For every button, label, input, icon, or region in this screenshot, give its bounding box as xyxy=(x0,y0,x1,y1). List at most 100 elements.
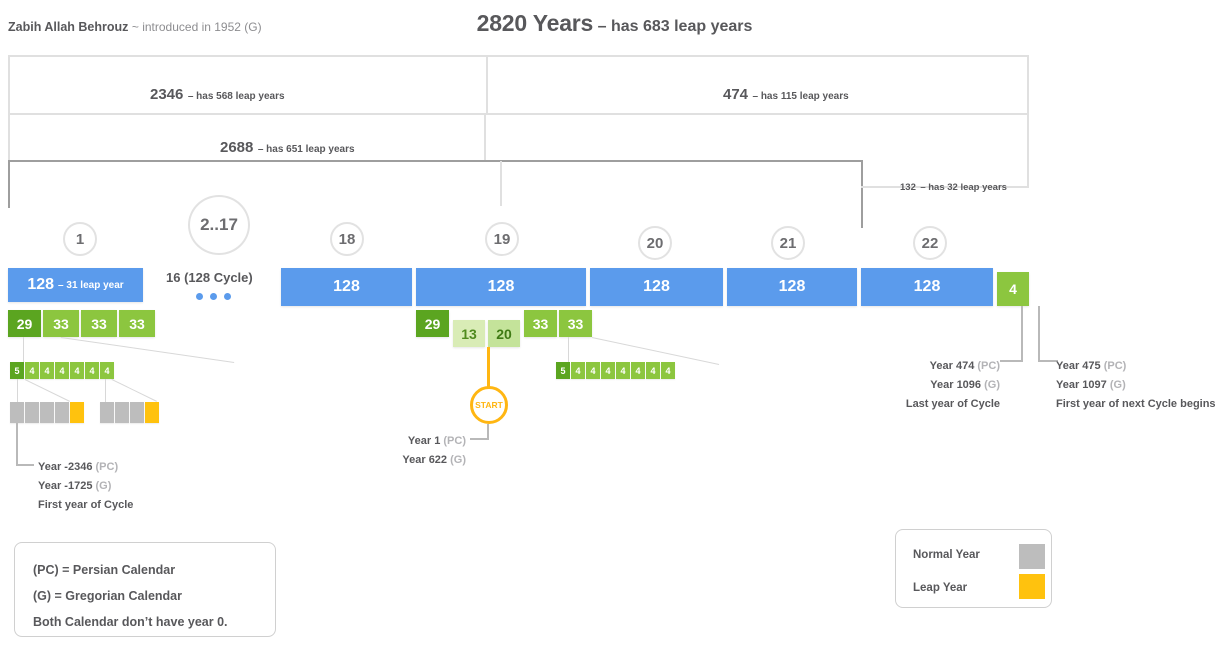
leap-year-cell[interactable] xyxy=(145,402,159,423)
subcycle-mid-33-a-value: 33 xyxy=(532,315,549,332)
start-marker-label: START xyxy=(475,400,503,410)
bracket-label-132: 132 – has 32 leap years xyxy=(900,182,1007,193)
normal-year-cell[interactable] xyxy=(25,402,39,423)
subcycle-left-33-b[interactable]: 33 xyxy=(81,310,117,337)
connector-left-diagonal-b xyxy=(24,379,70,402)
bracket-row1-bottom xyxy=(8,113,1029,115)
normal-year-cell[interactable] xyxy=(130,402,144,423)
cycle-block-1[interactable]: 128 – 31 leap year xyxy=(8,268,143,302)
leap-year-cell[interactable] xyxy=(70,402,84,423)
normal-year-cell[interactable] xyxy=(55,402,69,423)
start-marker[interactable]: START xyxy=(470,386,508,424)
annotation-first-year-line2: Year -1725 (G) xyxy=(38,480,112,492)
subcycle-mid-29[interactable]: 29 xyxy=(416,310,449,337)
week-cell[interactable]: 4 xyxy=(100,362,114,379)
cycle-block-1-value: 128 xyxy=(27,276,55,293)
cycle-circle-2-17[interactable]: 2..17 xyxy=(188,195,250,255)
year-cells-group-b xyxy=(100,402,160,423)
week-strip-right: 5 4 4 4 4 4 4 4 xyxy=(556,362,676,379)
cycle-block-19-value: 128 xyxy=(487,278,515,295)
dot-2 xyxy=(210,293,217,300)
connector-left-diagonal-a xyxy=(60,337,235,363)
cycle-span-left-edge xyxy=(8,160,10,208)
week-cell[interactable]: 4 xyxy=(631,362,645,379)
title-leapnote: – has 683 leap years xyxy=(597,18,753,35)
week-cell[interactable]: 5 xyxy=(556,362,570,379)
cycle-circle-20[interactable]: 20 xyxy=(638,226,672,260)
cycle-circle-18[interactable]: 18 xyxy=(330,222,364,256)
subcycle-left-29-value: 29 xyxy=(16,315,33,332)
bracket-row2-far-right-edge xyxy=(1027,113,1029,188)
subcycle-mid-20[interactable]: 20 xyxy=(488,320,520,347)
week-cell[interactable]: 4 xyxy=(55,362,69,379)
week-cell[interactable]: 4 xyxy=(616,362,630,379)
annotation-start-line1: Year 1 (PC) xyxy=(407,435,466,447)
connector-left-vertical-a xyxy=(23,337,24,362)
bracket-label-2346: 2346 – has 568 leap years xyxy=(150,86,285,103)
subcycle-mid-33-b[interactable]: 33 xyxy=(559,310,592,337)
subcycle-mid-13-value: 13 xyxy=(461,325,477,342)
week-cell[interactable]: 4 xyxy=(85,362,99,379)
cycle-block-21[interactable]: 128 xyxy=(727,268,857,306)
cycle-block-19[interactable]: 128 xyxy=(416,268,586,306)
week-cell[interactable]: 4 xyxy=(586,362,600,379)
subcycle-left-33-c-value: 33 xyxy=(129,315,145,332)
cycle-circle-19-label: 19 xyxy=(493,230,511,248)
annotation-next-cycle-line2: Year 1097 (G) xyxy=(1056,379,1126,391)
dot-1 xyxy=(196,293,203,300)
split-drop-line xyxy=(500,161,502,206)
normal-year-cell[interactable] xyxy=(40,402,54,423)
first-year-leader-horizontal xyxy=(16,464,34,466)
normal-year-cell[interactable] xyxy=(100,402,114,423)
week-cell[interactable]: 4 xyxy=(40,362,54,379)
cycle-circle-19[interactable]: 19 xyxy=(485,222,519,256)
legend-leap-year-label: Leap Year xyxy=(913,582,968,594)
connector-left-vertical-c xyxy=(105,379,106,403)
annotation-next-cycle-line3: First year of next Cycle begins xyxy=(1056,398,1216,410)
color-legend-box: Normal Year Leap Year xyxy=(895,529,1052,608)
week-strip-left: 5 4 4 4 4 4 4 xyxy=(10,362,115,379)
cycle-circle-22[interactable]: 22 xyxy=(913,226,947,260)
legend-leap-year-swatch xyxy=(1019,574,1045,599)
cycle-block-20[interactable]: 128 xyxy=(590,268,723,306)
start-connector-line xyxy=(487,347,490,387)
subcycle-left-29[interactable]: 29 xyxy=(8,310,41,337)
week-cell[interactable]: 4 xyxy=(646,362,660,379)
bracket-row2-right-edge xyxy=(484,113,486,161)
cycle-block-18[interactable]: 128 xyxy=(281,268,412,306)
subcycle-mid-13[interactable]: 13 xyxy=(453,320,485,347)
connector-left-vertical-b xyxy=(17,379,18,403)
annotation-first-year-line1: Year -2346 (PC) xyxy=(38,461,119,473)
cycle-circle-2-17-label: 2..17 xyxy=(200,215,238,234)
normal-year-cell[interactable] xyxy=(10,402,24,423)
week-cell[interactable]: 4 xyxy=(70,362,84,379)
cycle-block-20-value: 128 xyxy=(643,278,670,295)
week-cell[interactable]: 5 xyxy=(10,362,24,379)
subcycle-left-33-a[interactable]: 33 xyxy=(43,310,79,337)
cycle-block-22[interactable]: 128 xyxy=(861,268,993,306)
cycle-circle-1-label: 1 xyxy=(75,230,85,248)
cycle-circle-1[interactable]: 1 xyxy=(63,222,97,256)
remainder-block-4[interactable]: 4 xyxy=(997,272,1029,306)
last-year-leader-horizontal xyxy=(1000,360,1023,362)
legend-normal-year-swatch xyxy=(1019,544,1045,569)
year-cells-group-a xyxy=(10,402,85,423)
annotation-start-line2: Year 622 (G) xyxy=(402,454,466,466)
cycle-circle-21[interactable]: 21 xyxy=(771,226,805,260)
page-title: 2820 Years – has 683 leap years xyxy=(0,10,1229,37)
week-cell[interactable]: 4 xyxy=(25,362,39,379)
week-cell[interactable]: 4 xyxy=(571,362,585,379)
week-cell[interactable]: 4 xyxy=(661,362,675,379)
week-cell[interactable]: 4 xyxy=(601,362,615,379)
last-year-leader-vertical xyxy=(1021,306,1023,362)
subcycle-left-33-a-value: 33 xyxy=(53,315,69,332)
subcycle-mid-29-value: 29 xyxy=(424,315,441,332)
normal-year-cell[interactable] xyxy=(115,402,129,423)
bracket-label-474: 474 – has 115 leap years xyxy=(723,86,849,103)
subcycle-mid-33-a[interactable]: 33 xyxy=(524,310,557,337)
annotation-last-year-line2: Year 1096 (G) xyxy=(930,379,1000,391)
next-cycle-leader-vertical xyxy=(1038,306,1040,362)
cycle-block-1-note: – 31 leap year xyxy=(58,279,124,291)
subcycle-left-33-c[interactable]: 33 xyxy=(119,310,155,337)
bracket-label-2688: 2688 – has 651 leap years xyxy=(220,139,355,156)
